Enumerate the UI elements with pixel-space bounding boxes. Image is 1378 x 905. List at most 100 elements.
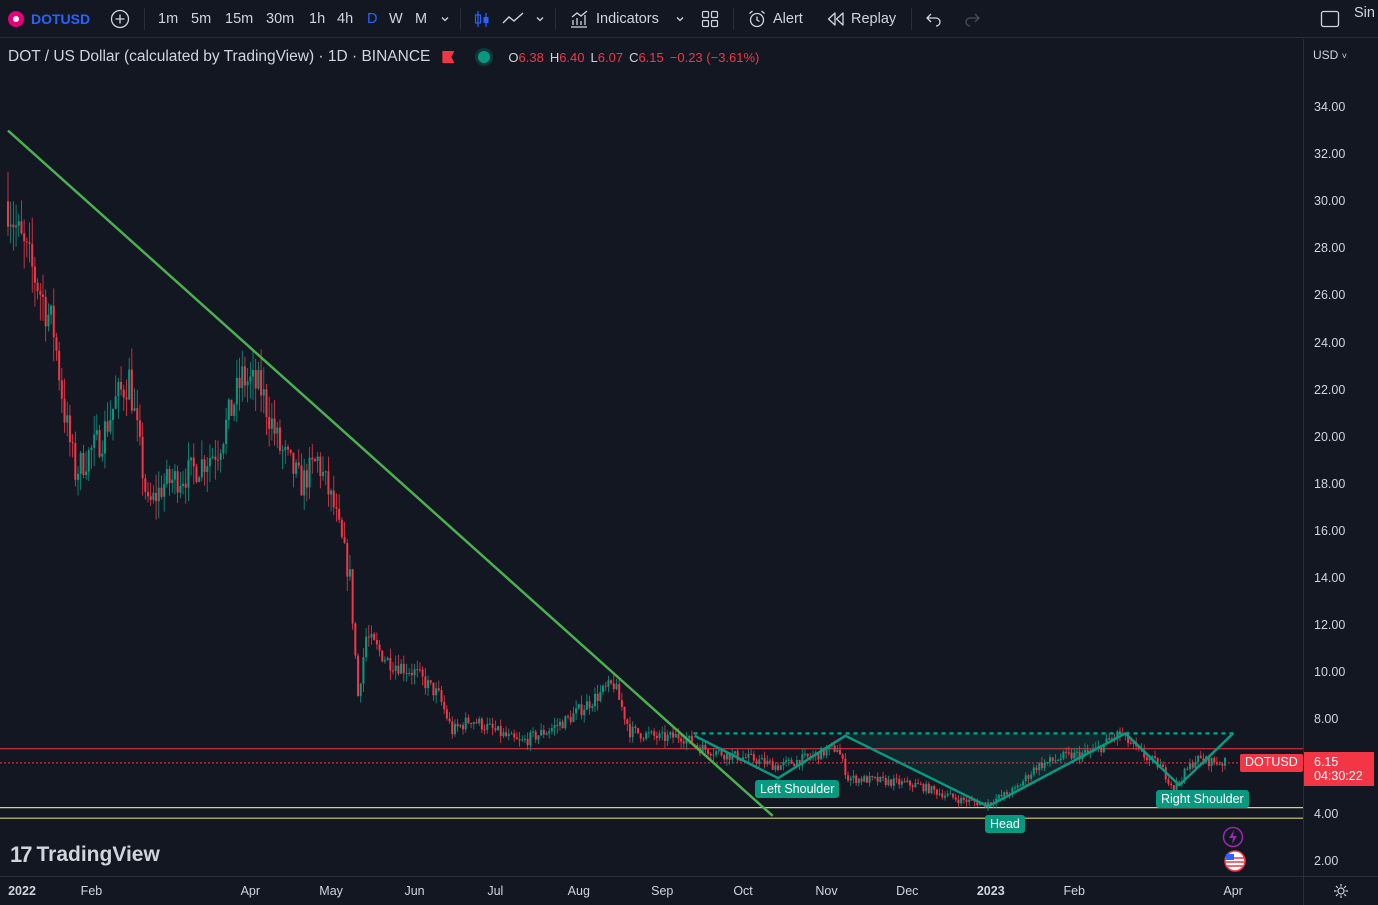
candle-body — [747, 753, 750, 758]
candle-body — [130, 369, 133, 411]
candle-body — [241, 366, 244, 389]
candle-body — [682, 741, 685, 744]
interval-w[interactable]: W — [389, 0, 403, 38]
candles-icon[interactable] — [473, 0, 491, 38]
interval-30m[interactable]: 30m — [266, 0, 294, 38]
candle-body — [782, 762, 785, 766]
candle-body — [182, 483, 185, 486]
candle-body — [922, 784, 925, 792]
replay-button[interactable]: Replay — [827, 0, 896, 38]
candle-body — [658, 733, 661, 739]
candle-body — [467, 717, 470, 724]
price-tick: 8.00 — [1314, 712, 1339, 727]
candle-body — [930, 786, 933, 793]
candle-body — [1162, 764, 1165, 768]
interval-d[interactable]: D — [367, 0, 377, 38]
us-flag-event-icon[interactable] — [1222, 850, 1248, 877]
price-scale[interactable]: 34.00 32.00 30.00 28.00 26.00 24.00 22.00 20.00… — [1303, 39, 1378, 876]
time-scale[interactable]: 2022 Feb Apr May Jun Jul Aug Sep Oct Nov Dec 2023 Fe… — [0, 876, 1303, 905]
left-shoulder-label[interactable]: Left Shoulder — [755, 780, 840, 798]
lightning-event-icon[interactable] — [1222, 826, 1244, 853]
candle-body — [52, 305, 55, 338]
candle-body — [542, 729, 545, 735]
sign-in-link[interactable]: Sin — [1354, 0, 1375, 32]
candle-body — [308, 457, 311, 488]
candle-body — [122, 389, 125, 398]
redo-icon[interactable] — [963, 0, 981, 38]
candle-body — [273, 418, 276, 434]
candle-body — [1194, 761, 1197, 768]
candle-body — [502, 732, 505, 737]
candle-body — [860, 778, 863, 782]
downtrend-line — [7, 129, 774, 817]
candle-body — [558, 721, 561, 726]
candle-body — [472, 722, 475, 724]
candle-body — [322, 471, 325, 476]
candle-body — [666, 734, 669, 741]
interval-1h[interactable]: 1h — [309, 0, 325, 38]
candle-body — [198, 477, 201, 482]
candle-body — [548, 731, 551, 734]
currency-selector[interactable]: USD ˅ — [1313, 48, 1347, 62]
candle-body — [338, 508, 341, 520]
price-tick: 34.00 — [1314, 100, 1346, 114]
chevron-down-icon[interactable] — [534, 0, 546, 38]
candle-body — [623, 706, 626, 720]
chevron-down-icon[interactable] — [674, 0, 686, 38]
candle-body — [324, 471, 327, 473]
candle-body — [227, 399, 230, 420]
line-chart-icon[interactable] — [502, 0, 524, 38]
candle-body — [179, 485, 182, 493]
head-label[interactable]: Head — [985, 815, 1025, 833]
candle-body — [591, 706, 594, 708]
flag-icon[interactable] — [442, 51, 455, 63]
candle-body — [510, 733, 513, 735]
candle-body — [222, 444, 225, 454]
candle-body — [593, 693, 596, 707]
interval-1m[interactable]: 1m — [158, 0, 178, 38]
candle-body — [408, 672, 411, 674]
alert-button[interactable]: Alert — [747, 0, 803, 38]
candle-body — [946, 793, 949, 796]
plus-circle-icon[interactable] — [110, 0, 130, 38]
candle-body — [292, 452, 295, 474]
candle-body — [537, 735, 540, 740]
candle-body — [596, 693, 599, 701]
candle-body — [346, 543, 349, 577]
candle-body — [262, 389, 265, 396]
candle-body — [82, 452, 85, 475]
candle-body — [405, 672, 408, 674]
settings-gear-icon[interactable] — [1303, 876, 1378, 905]
undo-icon[interactable] — [925, 0, 943, 38]
candle-body — [863, 776, 866, 782]
candle-body — [663, 732, 666, 741]
fullscreen-icon[interactable] — [1320, 0, 1340, 38]
candle-body — [475, 722, 478, 724]
candle-body — [575, 708, 578, 714]
candle-body — [480, 718, 483, 730]
candle-body — [28, 242, 31, 244]
interval-m[interactable]: M — [415, 0, 427, 38]
candle-body — [1129, 742, 1132, 744]
symbol-search[interactable]: DOTUSD — [8, 0, 90, 38]
candle-body — [556, 725, 559, 727]
interval-15m[interactable]: 15m — [225, 0, 253, 38]
interval-5m[interactable]: 5m — [191, 0, 211, 38]
tradingview-watermark[interactable]: 17 TradingView — [10, 842, 160, 868]
chart-pane[interactable] — [0, 39, 1303, 876]
candle-body — [518, 739, 521, 741]
candle-body — [935, 789, 938, 795]
candle-body — [513, 733, 516, 738]
chevron-down-icon[interactable] — [439, 0, 451, 38]
alert-label: Alert — [773, 11, 803, 27]
candle-body — [60, 380, 63, 399]
candle-body — [1191, 763, 1194, 768]
candle-body — [1210, 757, 1213, 767]
right-shoulder-label[interactable]: Right Shoulder — [1156, 790, 1249, 808]
indicators-button[interactable]: Indicators — [569, 0, 659, 38]
interval-4h[interactable]: 4h — [337, 0, 353, 38]
price-chart[interactable] — [0, 39, 1303, 876]
candle-body — [960, 797, 963, 804]
layout-grid-icon[interactable] — [701, 0, 719, 38]
candle-body — [806, 753, 809, 757]
